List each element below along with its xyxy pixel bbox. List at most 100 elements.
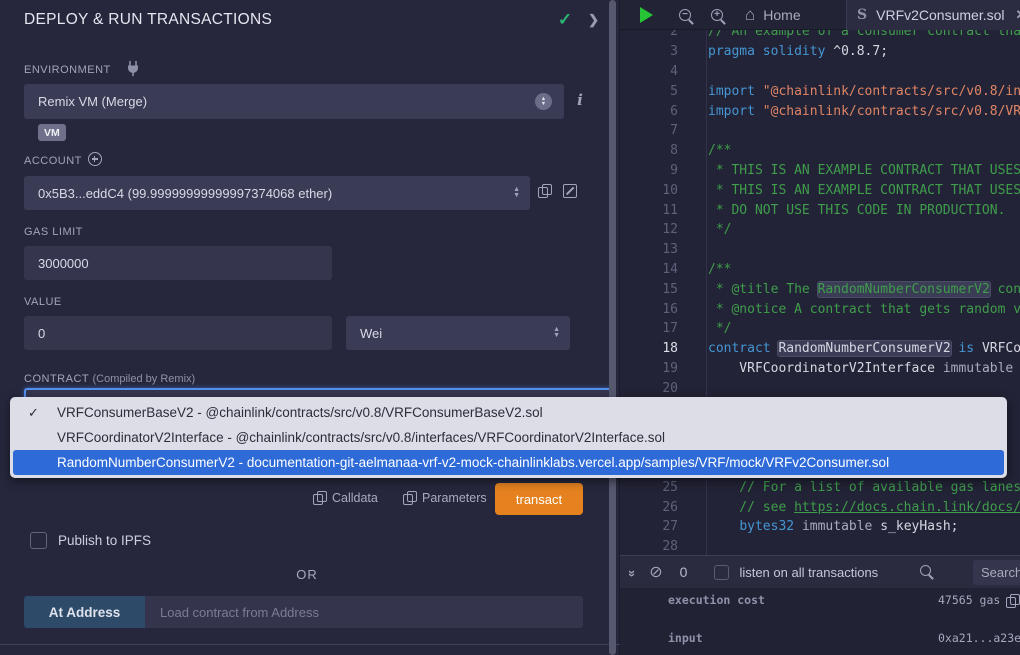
line-number: 6: [620, 104, 678, 119]
code-line: 18contract RandomNumberConsumerV2 is VRF…: [620, 339, 1020, 359]
contract-option[interactable]: ✓ VRFConsumerBaseV2 - @chainlink/contract…: [13, 400, 1004, 425]
contract-dropdown-list: ✓ VRFConsumerBaseV2 - @chainlink/contract…: [10, 397, 1007, 478]
code-line: 12 */: [620, 220, 1020, 240]
publish-to-ipfs-row: Publish to IPFS: [30, 532, 151, 549]
line-number: 18: [620, 341, 678, 356]
code-line: 11 * DO NOT USE THIS CODE IN PRODUCTION.: [620, 200, 1020, 220]
terminal-row-value: 0xa21...a23e4: [938, 631, 1020, 645]
value-input[interactable]: [38, 326, 318, 341]
contract-option-label: VRFCoordinatorV2Interface - @chainlink/c…: [57, 430, 665, 445]
line-number: 19: [620, 361, 678, 376]
gas-limit-field: [24, 246, 332, 280]
code-line: 25 // For a list of available gas lanes …: [620, 477, 1020, 497]
contract-label: CONTRACT (Compiled by Remix): [24, 373, 195, 385]
panel-scrollbar[interactable]: [609, 0, 616, 655]
terminal-row-label: input: [668, 631, 938, 645]
panel-bottom-divider: [0, 644, 620, 645]
line-number: 13: [620, 242, 678, 257]
line-number: 4: [620, 64, 678, 79]
code-line: 27 bytes32 immutable s_keyHash;: [620, 517, 1020, 537]
copy-account-icon[interactable]: [538, 184, 550, 198]
code-line: 2// An example of a consumer contract th…: [620, 30, 1020, 42]
zoom-in-icon[interactable]: +: [711, 9, 723, 21]
clear-console-icon[interactable]: ⊘: [649, 562, 662, 582]
selected-check-icon: ✓: [28, 405, 39, 421]
transact-button[interactable]: transact: [495, 483, 583, 515]
line-number: 11: [620, 203, 678, 218]
line-number: 9: [620, 163, 678, 178]
environment-label: ENVIRONMENT: [24, 64, 111, 76]
value-label: VALUE: [24, 296, 62, 308]
listen-all-transactions-checkbox[interactable]: [714, 565, 729, 580]
solidity-file-icon: S: [857, 7, 867, 23]
compile-success-check-icon: ✓: [558, 10, 572, 30]
code-line: 9 * THIS IS AN EXAMPLE CONTRACT THAT USE…: [620, 161, 1020, 181]
code-line: 8/**: [620, 141, 1020, 161]
environment-select[interactable]: Remix VM (Merge) ▲▼: [24, 84, 564, 119]
panel-header: DEPLOY & RUN TRANSACTIONS ✓ ❯: [24, 6, 599, 34]
publish-ipfs-label: Publish to IPFS: [58, 533, 151, 548]
code-line: 28: [620, 537, 1020, 555]
line-number: 14: [620, 262, 678, 277]
terminal-body: execution cost47565 gas input0xa21...a23e…: [620, 588, 1020, 655]
terminal-row-label: execution cost: [668, 593, 938, 607]
at-address-input[interactable]: [145, 596, 583, 628]
code-line: 10 * THIS IS AN EXAMPLE CONTRACT THAT US…: [620, 180, 1020, 200]
plug-icon: [125, 60, 141, 77]
home-icon: ⌂: [745, 5, 755, 25]
account-value: 0x5B3...eddC4 (99.99999999999997374068 e…: [38, 186, 332, 201]
code-line: 17 */: [620, 319, 1020, 339]
parameters-button[interactable]: Parameters: [403, 491, 487, 505]
environment-info-icon[interactable]: i: [573, 91, 587, 109]
line-number: 25: [620, 480, 678, 495]
code-line: 6import "@chainlink/contracts/src/v0.8/V…: [620, 101, 1020, 121]
line-number: 17: [620, 321, 678, 336]
chevron-updown-icon: ▲▼: [535, 93, 552, 110]
code-line: 13: [620, 240, 1020, 260]
line-number: 8: [620, 143, 678, 158]
contract-option-label: VRFConsumerBaseV2 - @chainlink/contracts…: [57, 405, 543, 420]
line-number: 12: [620, 222, 678, 237]
line-number: 28: [620, 539, 678, 554]
line-number: 20: [620, 381, 678, 396]
close-tab-icon[interactable]: ✕: [1016, 7, 1020, 23]
copy-value-icon[interactable]: [1006, 594, 1016, 606]
contract-option-label: RandomNumberConsumerV2 - documentation-g…: [57, 455, 889, 470]
tab-home[interactable]: ⌂ Home: [745, 5, 801, 25]
code-line: 7: [620, 121, 1020, 141]
listen-all-transactions-row: listen on all transactions: [714, 565, 878, 580]
tab-vrfv2consumer[interactable]: S VRFv2Consumer.sol ✕: [846, 0, 1020, 30]
value-unit-select[interactable]: Wei ▲▼: [346, 316, 570, 350]
line-number: 10: [620, 183, 678, 198]
expand-terminal-icon[interactable]: »: [625, 569, 640, 574]
value-field: [24, 316, 332, 350]
or-divider-label: OR: [0, 567, 614, 582]
terminal-detail-row: execution cost47565 gas: [668, 592, 1020, 608]
terminal-search-input[interactable]: [973, 560, 1020, 585]
account-select[interactable]: 0x5B3...eddC4 (99.99999999999997374068 e…: [24, 176, 530, 210]
edit-account-icon[interactable]: [563, 184, 577, 198]
line-number: 15: [620, 282, 678, 297]
zoom-out-icon[interactable]: −: [679, 9, 691, 21]
add-account-icon[interactable]: [88, 152, 102, 166]
terminal-row-value: 47565 gas: [938, 593, 1000, 607]
contract-option[interactable]: RandomNumberConsumerV2 - documentation-g…: [13, 450, 1004, 475]
select-arrows-icon: ▲▼: [553, 327, 560, 339]
run-script-play-icon[interactable]: [640, 7, 653, 23]
at-address-button[interactable]: At Address: [24, 596, 145, 628]
environment-value: Remix VM (Merge): [38, 94, 147, 109]
panel-collapse-chevron-icon[interactable]: ❯: [588, 12, 599, 28]
gas-limit-input[interactable]: [38, 256, 318, 271]
publish-ipfs-checkbox[interactable]: [30, 532, 47, 549]
deploy-run-panel: DEPLOY & RUN TRANSACTIONS ✓ ❯ ENVIRONMEN…: [0, 0, 620, 655]
contract-option[interactable]: VRFCoordinatorV2Interface - @chainlink/c…: [13, 425, 1004, 450]
code-line: 14/**: [620, 260, 1020, 280]
panel-title: DEPLOY & RUN TRANSACTIONS: [24, 11, 558, 29]
line-number: 3: [620, 44, 678, 59]
calldata-button[interactable]: Calldata: [313, 491, 378, 505]
line-number: 16: [620, 302, 678, 317]
account-label: ACCOUNT: [24, 155, 82, 167]
line-number: 2: [620, 30, 678, 39]
code-line: 16 * @notice A contract that gets random…: [620, 299, 1020, 319]
select-arrows-icon: ▲▼: [513, 187, 520, 199]
